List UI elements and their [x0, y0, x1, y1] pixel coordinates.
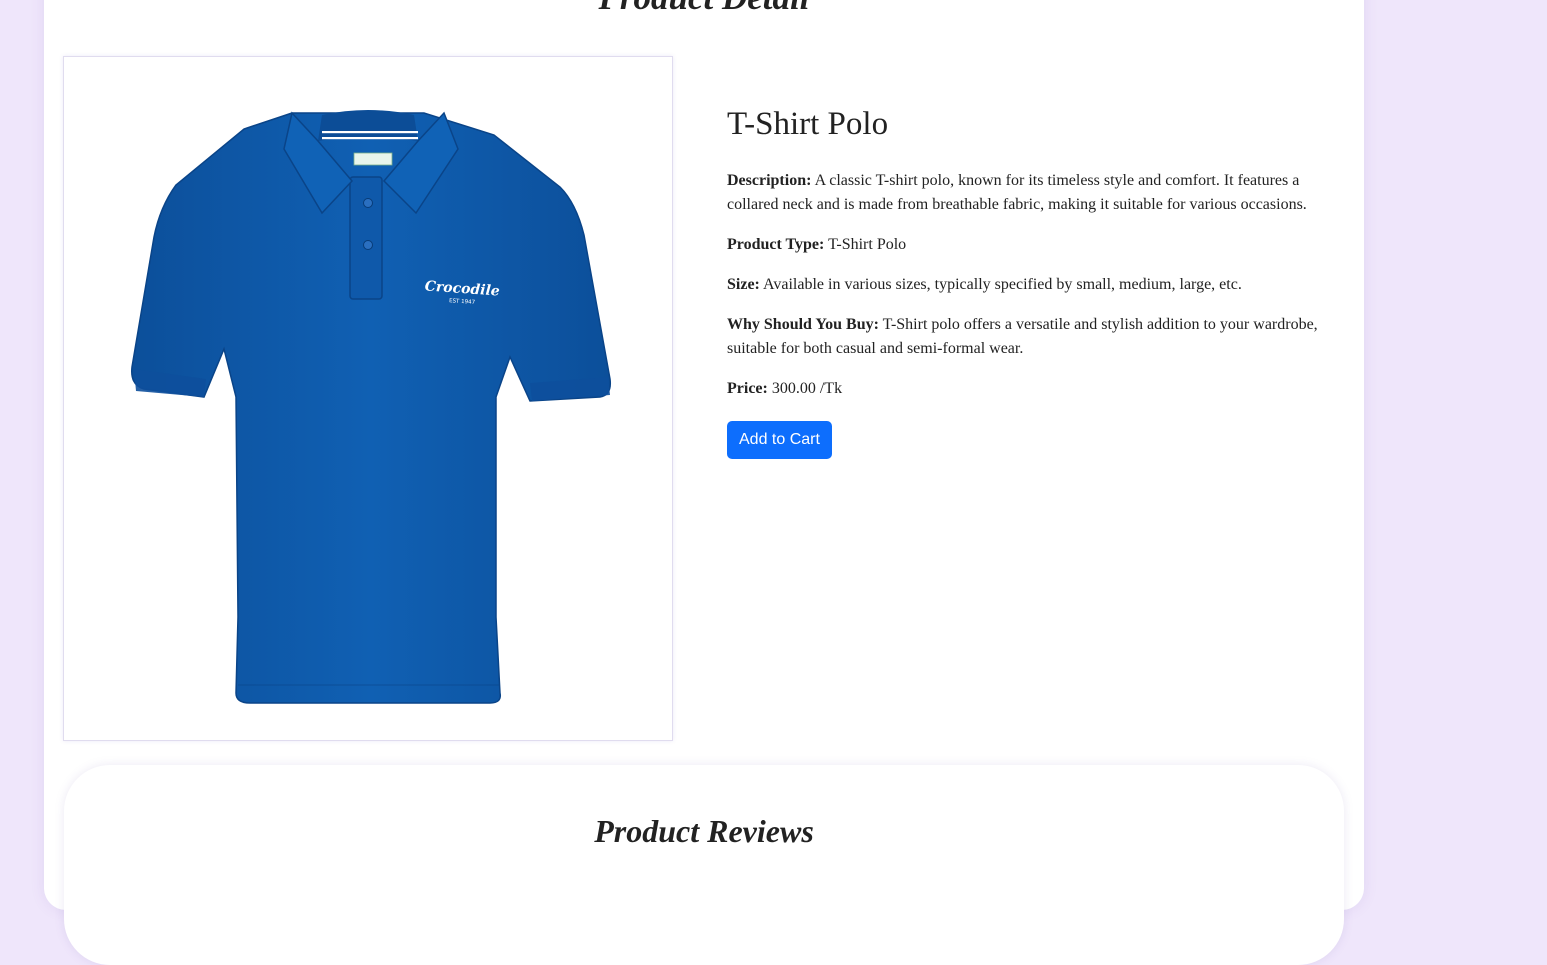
product-info: T-Shirt Polo Description: A classic T-sh…	[727, 100, 1327, 459]
product-type-value: T-Shirt Polo	[828, 236, 907, 253]
size-label: Size:	[727, 276, 760, 293]
description-value: A classic T-shirt polo, known for its ti…	[727, 172, 1307, 213]
product-detail-card: Product Detail	[44, 0, 1364, 965]
polo-shirt-image: Crocodile EST 1947	[131, 110, 612, 704]
product-image: Crocodile EST 1947	[63, 56, 673, 741]
description-field: Description: A classic T-shirt polo, kno…	[727, 169, 1327, 217]
product-name: T-Shirt Polo	[727, 106, 889, 142]
reviews-section: Product Reviews	[64, 765, 1344, 965]
why-buy-field: Why Should You Buy: T-Shirt polo offers …	[727, 313, 1327, 361]
add-to-cart-button[interactable]: Add to Cart	[727, 421, 832, 459]
price-label: Price:	[727, 380, 768, 397]
page-title: Product Detail	[44, 0, 1364, 26]
product-type-field: Product Type: T-Shirt Polo	[727, 233, 1327, 257]
size-field: Size: Available in various sizes, typica…	[727, 273, 1327, 297]
product-type-label: Product Type:	[727, 236, 825, 253]
size-value: Available in various sizes, typically sp…	[763, 276, 1242, 293]
price-value: 300.00 /Tk	[771, 380, 843, 397]
why-buy-label: Why Should You Buy:	[727, 316, 879, 333]
reviews-title: Product Reviews	[594, 813, 814, 849]
price-field: Price: 300.00 /Tk	[727, 377, 1327, 401]
description-label: Description:	[727, 172, 812, 189]
